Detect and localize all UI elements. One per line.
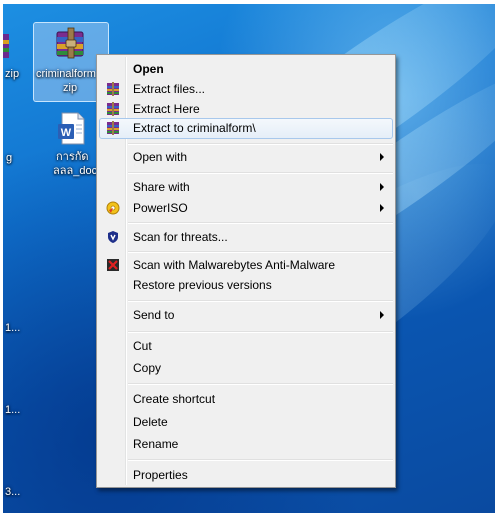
poweriso-icon	[106, 201, 120, 215]
menu-item-cut[interactable]: Cut	[99, 336, 393, 356]
doc-file-label-line2[interactable]: ลลล_doc	[53, 165, 97, 178]
menu-item-send-to[interactable]: Send to	[99, 305, 393, 325]
menu-separator	[128, 222, 393, 224]
menu-item-restore-previous[interactable]: Restore previous versions	[99, 275, 393, 295]
menu-item-scan-malwarebytes-label: Scan with Malwarebytes Anti-Malware	[133, 258, 336, 272]
menu-item-properties[interactable]: Properties	[99, 465, 393, 485]
menu-separator	[128, 383, 393, 385]
winrar-archive-icon[interactable]	[53, 26, 89, 62]
menu-item-scan-threats-label: Scan for threats...	[133, 230, 228, 244]
menu-item-extract-to[interactable]: Extract to criminalform\	[99, 118, 393, 139]
menu-separator	[128, 300, 393, 302]
menu-item-poweriso-label: PowerISO	[133, 201, 188, 215]
winrar-icon	[106, 102, 120, 116]
winrar-icon	[106, 82, 120, 96]
menu-item-create-shortcut[interactable]: Create shortcut	[99, 389, 393, 409]
svg-text:W: W	[61, 127, 72, 139]
desktop-label-partial-1[interactable]: 1...	[5, 322, 20, 335]
menu-item-restore-previous-label: Restore previous versions	[133, 278, 272, 292]
menu-item-extract-here-label: Extract Here	[133, 102, 200, 116]
menu-separator	[128, 143, 393, 145]
menu-item-rename[interactable]: Rename	[99, 434, 393, 454]
winrar-icon	[106, 121, 120, 135]
menu-item-open-with[interactable]: Open with	[99, 147, 393, 167]
selected-file-label-line2[interactable]: zip	[63, 82, 77, 95]
desktop-label-partial-3[interactable]: 3...	[5, 486, 20, 499]
submenu-arrow-icon	[380, 311, 384, 319]
menu-separator	[128, 331, 393, 333]
menu-item-extract-here[interactable]: Extract Here	[99, 99, 393, 119]
menu-item-scan-threats[interactable]: Scan for threats...	[99, 227, 393, 247]
menu-item-create-shortcut-label: Create shortcut	[133, 392, 216, 406]
menu-item-scan-malwarebytes[interactable]: Scan with Malwarebytes Anti-Malware	[99, 255, 393, 275]
menu-separator	[128, 459, 393, 461]
menu-item-share-with[interactable]: Share with	[99, 177, 393, 197]
menu-separator	[128, 172, 393, 174]
submenu-arrow-icon	[380, 204, 384, 212]
menu-separator	[128, 251, 393, 253]
doc-file-label-line1[interactable]: การกัด	[56, 151, 89, 164]
menu-item-open-with-label: Open with	[133, 150, 188, 164]
menu-item-extract-to-label: Extract to criminalform\	[133, 121, 256, 135]
menu-item-cut-label: Cut	[133, 339, 152, 353]
word-document-icon[interactable]: W	[56, 112, 88, 146]
menu-item-extract-files[interactable]: Extract files...	[99, 79, 393, 99]
desktop-label-partial-2[interactable]: 1...	[5, 404, 20, 417]
submenu-arrow-icon	[380, 183, 384, 191]
menu-item-delete[interactable]: Delete	[99, 412, 393, 432]
menu-item-properties-label: Properties	[133, 468, 188, 482]
antivirus-shield-icon	[106, 230, 120, 244]
zip-file-label-partial[interactable]: zip	[5, 68, 19, 81]
zip-file-icon-partial[interactable]	[3, 32, 13, 62]
menu-item-copy[interactable]: Copy	[99, 358, 393, 378]
desktop-label-partial-g[interactable]: g	[6, 152, 12, 165]
menu-item-rename-label: Rename	[133, 437, 179, 451]
submenu-arrow-icon	[380, 153, 384, 161]
menu-item-poweriso[interactable]: PowerISO	[99, 198, 393, 218]
menu-item-open[interactable]: Open	[99, 59, 393, 79]
menu-item-open-label: Open	[133, 62, 164, 76]
menu-item-send-to-label: Send to	[133, 308, 175, 322]
malwarebytes-icon	[106, 258, 120, 272]
menu-item-delete-label: Delete	[133, 415, 168, 429]
menu-item-share-with-label: Share with	[133, 180, 190, 194]
menu-item-copy-label: Copy	[133, 361, 162, 375]
context-menu: Open Extract files... Extract Here Extra…	[96, 54, 396, 488]
selected-file-label-line1[interactable]: criminalform	[36, 68, 96, 81]
menu-item-extract-files-label: Extract files...	[133, 82, 206, 96]
